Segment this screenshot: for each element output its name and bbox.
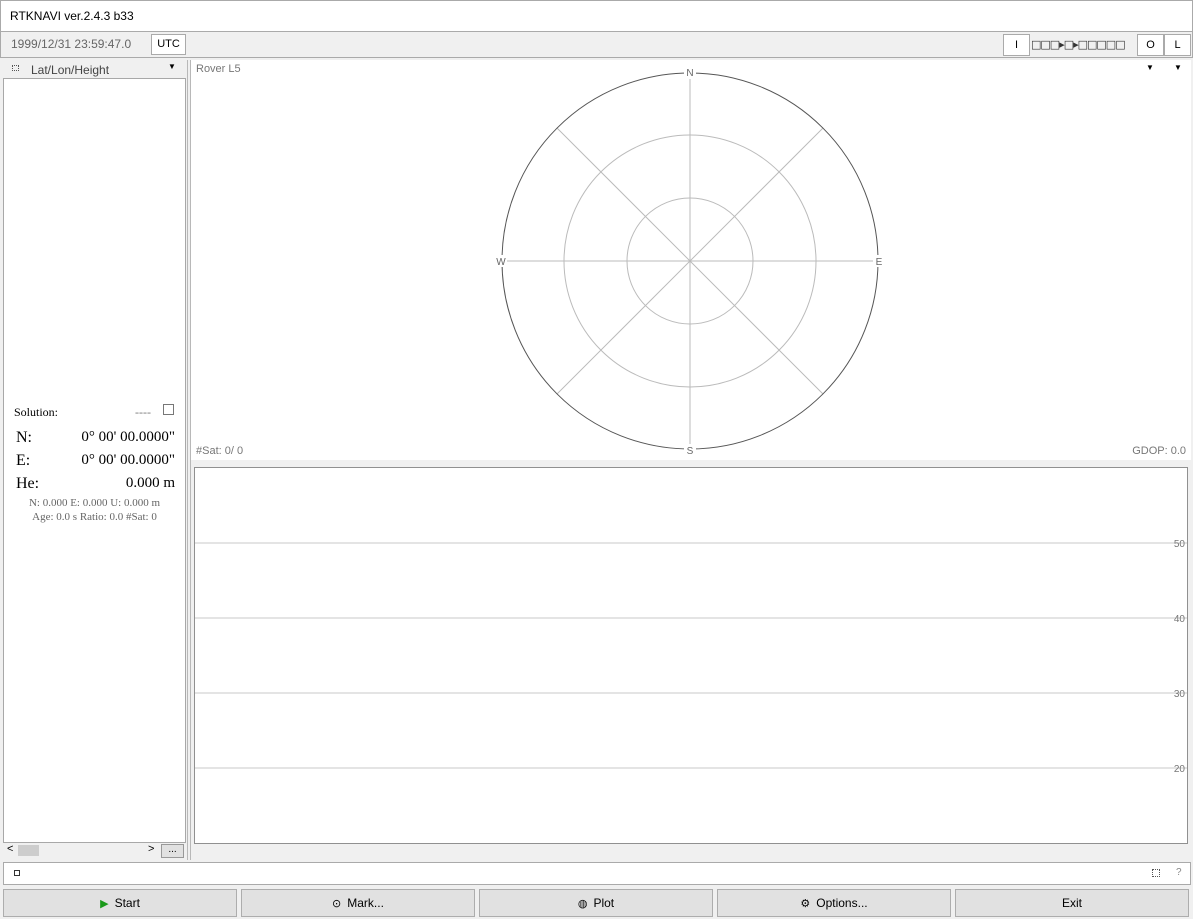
exit-button[interactable]: Exit [955, 889, 1189, 917]
gear-icon: ⚙ [800, 898, 811, 910]
solution-stats-1: N: 0.000 E: 0.000 U: 0.000 m [28, 497, 161, 509]
plot-label: Plot [593, 896, 615, 910]
scroll-right-icon[interactable]: > [148, 843, 154, 855]
skyplot-chart: N S W E [495, 67, 885, 457]
snr-tick-label: 40 [1174, 614, 1186, 625]
snr-chart: 50 40 30 20 [195, 539, 1187, 775]
mark-label: Mark... [347, 896, 384, 910]
solution-display: Solution: ---- N: 0° 00' 00.0000" E: 0° … [3, 78, 186, 843]
longitude-value: 0° 00' 00.0000" [81, 452, 175, 468]
compass-w: W [496, 257, 506, 268]
options-label: Options... [816, 896, 868, 910]
target-icon: ⊙ [332, 898, 342, 910]
log-stream-button[interactable]: L [1164, 34, 1191, 56]
longitude-label: E: [16, 452, 31, 469]
snr-tick-label: 20 [1174, 764, 1186, 775]
input-stream-button[interactable]: I [1003, 34, 1030, 56]
mark-button[interactable]: ⊙ Mark... [241, 889, 475, 917]
latitude-label: N: [16, 429, 32, 446]
compass-e: E [876, 257, 883, 268]
solution-status: ---- [135, 405, 151, 419]
compass-n: N [686, 68, 693, 79]
output-stream-button[interactable]: O [1137, 34, 1164, 56]
scroll-thumb[interactable] [18, 845, 39, 856]
exit-label: Exit [1061, 896, 1082, 910]
solution-format-label: Lat/Lon/Height [31, 63, 110, 77]
title-bar: RTKNAVI ver.2.4.3 b33 [0, 0, 1193, 31]
play-icon: ▶ [100, 898, 109, 910]
height-label: He: [16, 475, 40, 492]
time-display: 1999/12/31 23:59:47.0 [3, 34, 151, 55]
latitude-value: 0° 00' 00.0000" [81, 429, 175, 445]
snr-tick-label: 30 [1174, 689, 1186, 700]
compass-s: S [687, 446, 694, 457]
time-format-button[interactable]: UTC [151, 34, 186, 55]
start-button[interactable]: ▶ Start [3, 889, 237, 917]
chevron-down-icon[interactable]: ▼ [168, 62, 176, 71]
message-bar: ? [3, 862, 1191, 885]
plot-button[interactable]: ◍ Plot [479, 889, 713, 917]
message-status-icon [14, 870, 20, 876]
help-icon[interactable]: ? [1176, 867, 1182, 878]
globe-icon: ◍ [577, 898, 588, 910]
stream-status-indicator: □□□▸□▸□□□□□ [1031, 38, 1126, 51]
grid-icon [12, 65, 19, 71]
solution-format-selector[interactable]: Lat/Lon/Height ▼ [3, 60, 187, 79]
window-title: RTKNAVI ver.2.4.3 b33 [10, 9, 134, 23]
options-button[interactable]: ⚙ Options... [717, 889, 951, 917]
horizontal-scrollbar[interactable]: < > [3, 843, 160, 858]
height-value: 0.000 m [125, 475, 175, 491]
monitor-icon[interactable] [1152, 869, 1160, 877]
solution-checkbox[interactable] [163, 404, 174, 415]
snr-tick-label: 50 [1174, 539, 1186, 550]
scroll-left-icon[interactable]: < [7, 843, 13, 855]
solution-label: Solution: [14, 405, 59, 419]
start-label: Start [114, 896, 140, 910]
solution-stats-2: Age: 0.0 s Ratio: 0.0 #Sat: 0 [32, 511, 157, 523]
more-button[interactable]: ... [161, 844, 184, 858]
